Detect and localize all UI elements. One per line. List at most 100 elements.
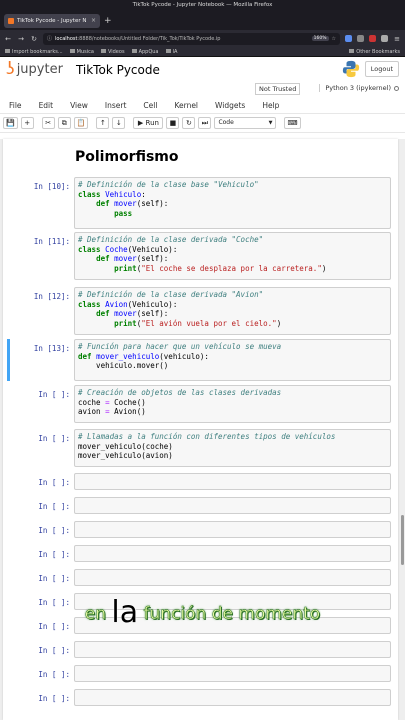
run-button[interactable]: ▶ Run	[133, 117, 164, 129]
code-line: def mover(self):	[78, 199, 387, 209]
bookmark-star-icon[interactable]: ☆	[332, 36, 336, 42]
code-token: mover	[114, 309, 137, 318]
code-cell[interactable]: In [ ]: # Llamadas a la función con difer…	[7, 429, 391, 467]
code-cell[interactable]: In [ ]:	[7, 665, 391, 682]
other-bookmarks[interactable]: Other Bookmarks	[349, 49, 400, 55]
cell-input[interactable]	[74, 689, 391, 706]
cell-input[interactable]	[74, 521, 391, 538]
code-token: def	[78, 351, 97, 361]
code-line: # Definición de la clase derivada "Avion…	[78, 290, 387, 300]
code-token: "El avión vuela por el cielo."	[141, 318, 277, 328]
code-token: (vehiculo):	[159, 351, 209, 361]
code-cell[interactable]: In [ ]:	[7, 521, 391, 538]
menu-help[interactable]: Help	[262, 101, 279, 110]
menu-insert[interactable]: Insert	[105, 101, 127, 110]
restart-run-all-icon[interactable]: ⏭	[198, 117, 212, 129]
code-cell[interactable]: In [ ]:	[7, 473, 391, 490]
code-cell[interactable]: In [ ]:	[7, 569, 391, 586]
code-line: class Avion(Vehiculo):	[78, 300, 387, 310]
cell-input[interactable]: # Definición de la clase derivada "Avion…	[74, 287, 391, 335]
kernel-indicator: Python 3 (ipykernel)	[319, 84, 399, 92]
back-icon[interactable]: ←	[4, 35, 12, 43]
cut-icon[interactable]: ✂	[41, 117, 55, 129]
close-tab-icon[interactable]: ×	[91, 17, 96, 24]
url-bar[interactable]: ⓘ localhost:8888/notebooks/Untitled Fold…	[43, 32, 340, 45]
menu-file[interactable]: File	[9, 101, 22, 110]
bookmark-item[interactable]: Import bookmarks...	[5, 49, 63, 55]
bookmark-item[interactable]: IA	[165, 49, 177, 55]
code-cell[interactable]: In [ ]:	[7, 497, 391, 514]
cell-input[interactable]	[74, 641, 391, 658]
code-cell[interactable]: In [10]: # Definición de la clase base "V…	[7, 177, 391, 229]
bookmark-item[interactable]: Videos	[100, 49, 125, 55]
add-cell-icon[interactable]: +	[20, 117, 34, 129]
copy-icon[interactable]: ⧉	[57, 117, 71, 129]
python-logo-icon	[342, 60, 360, 78]
url-text: localhost:8888/notebooks/Untitled Folder…	[55, 35, 221, 42]
cell-input[interactable]	[74, 473, 391, 490]
restart-icon[interactable]: ↻	[182, 117, 196, 129]
code-cell[interactable]: In [13]: # Función para hacer que un vehí…	[7, 339, 391, 381]
code-cell[interactable]: In [ ]: # Creación de objetos de las clas…	[7, 385, 391, 423]
new-tab-button[interactable]: +	[104, 16, 112, 26]
code-cell[interactable]: In [11]: # Definición de la clase derivad…	[7, 232, 391, 280]
cell-input[interactable]: # Creación de objetos de las clases deri…	[74, 385, 391, 423]
jupyter-favicon-icon	[8, 17, 14, 24]
cell-input[interactable]	[74, 665, 391, 682]
cell-input[interactable]: # Definición de la clase base "Vehiculo"…	[74, 177, 391, 229]
cell-input[interactable]: # Definición de la clase derivada "Coche…	[74, 232, 391, 280]
cell-prompt: In [ ]:	[38, 390, 70, 399]
bookmark-item[interactable]: AppQua	[131, 49, 159, 55]
save-icon[interactable]: 💾	[3, 117, 18, 129]
cell-input[interactable]	[74, 569, 391, 586]
scrollbar[interactable]	[401, 515, 404, 565]
move-down-icon[interactable]: ↓	[112, 117, 126, 129]
code-cell[interactable]: In [ ]:	[7, 689, 391, 706]
code-token: # Llamadas a la función con diferentes t…	[78, 432, 336, 441]
code-cell[interactable]: In [12]: # Definición de la clase derivad…	[7, 287, 391, 335]
browser-tab[interactable]: TikTok Pycode - Jupyter N ×	[4, 13, 100, 28]
code-token: def	[96, 309, 115, 318]
extension-icon[interactable]	[369, 35, 376, 42]
cell-prompt: In [ ]:	[38, 646, 70, 655]
navigation-bar: ← → ↻ ⓘ localhost:8888/notebooks/Untitle…	[0, 30, 405, 47]
menu-edit[interactable]: Edit	[39, 101, 54, 110]
trust-status-button[interactable]: Not Trusted	[255, 83, 301, 95]
code-token: (self):	[136, 309, 169, 318]
pocket-icon[interactable]	[345, 35, 352, 42]
code-token: def	[96, 254, 115, 263]
bookmark-item[interactable]: Musica	[69, 49, 94, 55]
extension-icon-2[interactable]	[381, 35, 388, 42]
keyboard-icon[interactable]: ⌨	[284, 117, 301, 129]
menu-icon[interactable]: ≡	[393, 35, 401, 43]
menu-cell[interactable]: Cell	[143, 101, 157, 110]
logout-button[interactable]: Logout	[364, 61, 399, 77]
page-info-icon[interactable]: ⓘ	[47, 35, 52, 42]
notebook-toolbar: 💾 + ✂ ⧉ 📋 ↑ ↓ ▶ Run ■ ↻ ⏭ Code ▼ ⌨	[0, 114, 405, 133]
notebook-title[interactable]: TikTok Pycode	[76, 63, 160, 77]
code-token: mover	[114, 199, 137, 208]
stop-icon[interactable]: ■	[166, 117, 180, 129]
jupyter-logo[interactable]: ʖ jupyter	[6, 61, 63, 78]
cell-input[interactable]	[74, 497, 391, 514]
cell-input[interactable]: # Función para hacer que un vehículo se …	[74, 339, 391, 381]
forward-icon[interactable]: →	[17, 35, 25, 43]
code-token: (Vehiculo):	[127, 299, 178, 309]
cell-type-select[interactable]: Code ▼	[214, 117, 277, 129]
zoom-level[interactable]: 160%	[311, 36, 329, 41]
downloads-icon[interactable]	[357, 35, 364, 42]
code-cell[interactable]: In [ ]:	[7, 641, 391, 658]
code-line: coche = Coche()	[78, 398, 387, 408]
code-line: avion = Avion()	[78, 407, 387, 417]
cell-input[interactable]	[74, 545, 391, 562]
cell-prompt: In [ ]:	[38, 550, 70, 559]
code-cell[interactable]: In [ ]:	[7, 545, 391, 562]
paste-icon[interactable]: 📋	[73, 117, 89, 129]
menu-widgets[interactable]: Widgets	[215, 101, 245, 110]
menu-view[interactable]: View	[70, 101, 88, 110]
cell-input[interactable]: # Llamadas a la función con diferentes t…	[74, 429, 391, 467]
menu-kernel[interactable]: Kernel	[174, 101, 198, 110]
move-up-icon[interactable]: ↑	[96, 117, 110, 129]
reload-icon[interactable]: ↻	[30, 35, 38, 43]
